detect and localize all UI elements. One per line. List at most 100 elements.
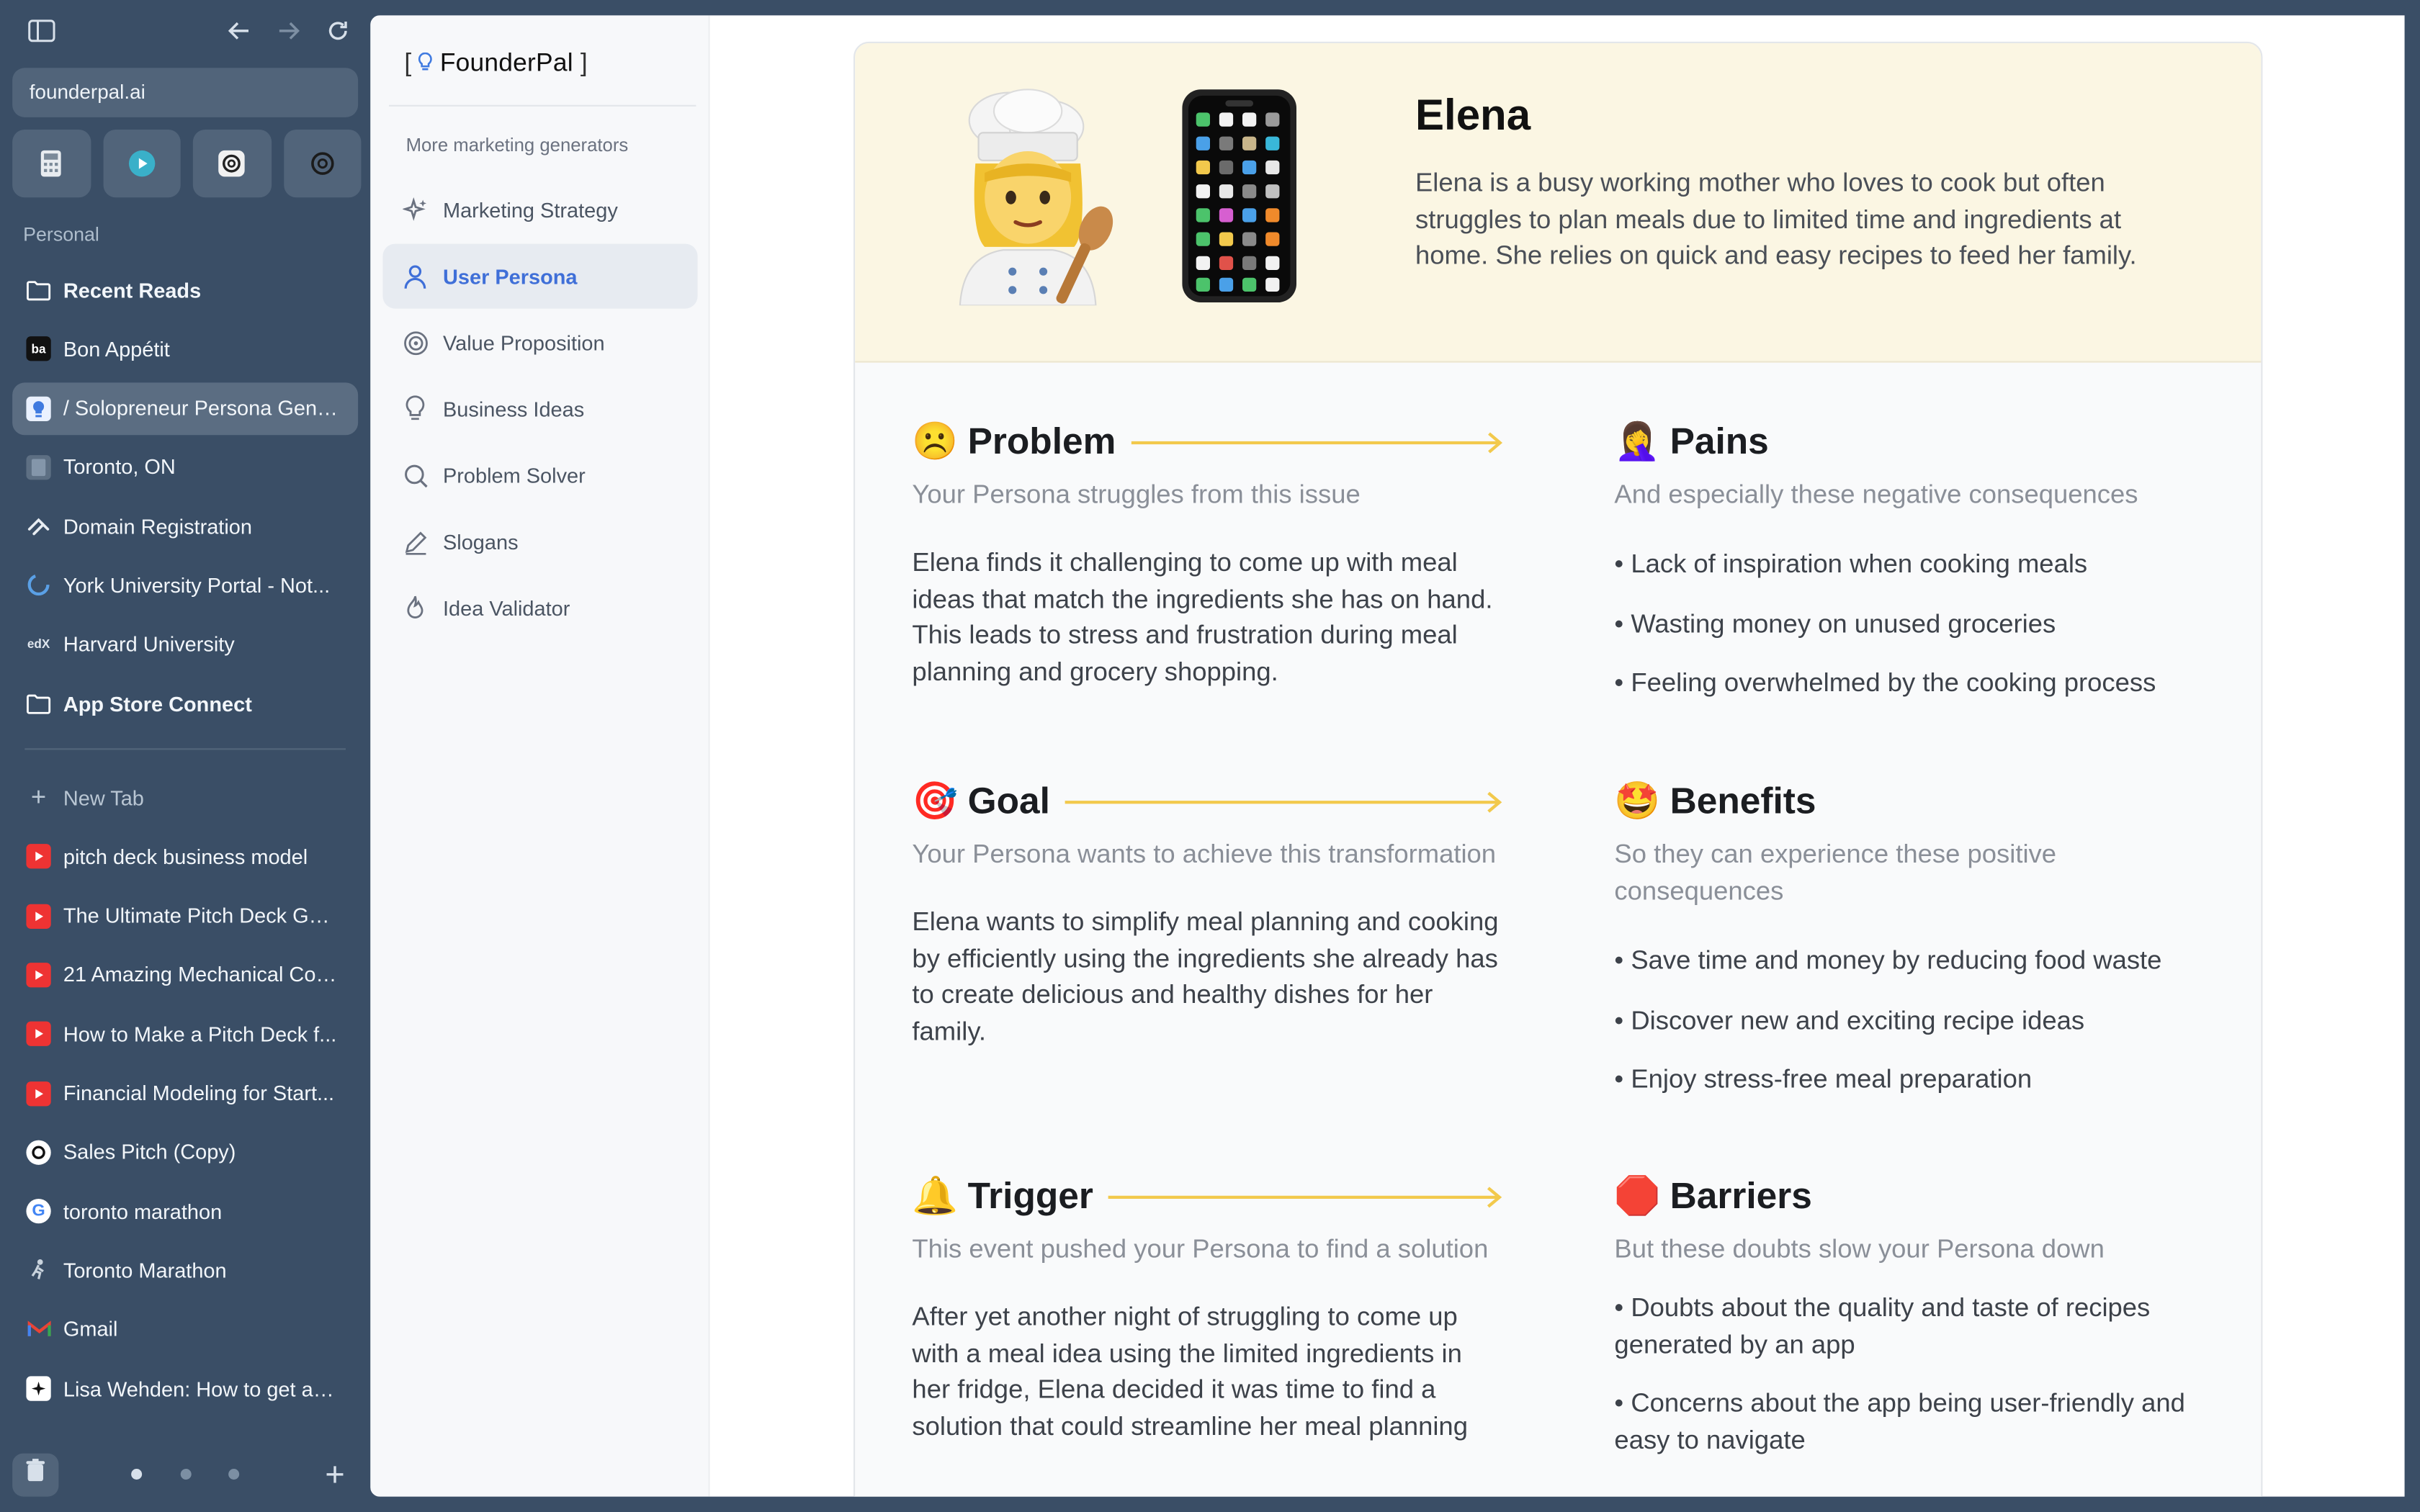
pencil-icon [401, 528, 429, 556]
tab-label: pitch deck business model [63, 845, 308, 869]
tab-bon-appetit[interactable]: ba Bon Appétit [12, 323, 358, 375]
section-subtitle: And especially these negative consequenc… [1614, 480, 2138, 510]
phone-app-tile [1265, 136, 1280, 150]
tab-harvard-university[interactable]: edX Harvard University [12, 618, 358, 671]
add-space-icon[interactable]: + [318, 1454, 351, 1497]
google-icon: G [26, 1199, 51, 1224]
nav-problem-solver[interactable]: Problem Solver [382, 443, 697, 508]
tab-label: How to Make a Pitch Deck f... [63, 1022, 337, 1046]
window-controls [0, 19, 370, 50]
tab-financial-modeling[interactable]: Financial Modeling for Start... [12, 1067, 358, 1120]
section-title: Pains [1670, 421, 1769, 463]
tab-solopreneur-persona[interactable]: / Solopreneur Persona Gener... [12, 382, 359, 435]
tab-toronto-on[interactable]: Toronto, ON [12, 441, 358, 494]
play-icon [128, 150, 155, 177]
barriers-section: 🛑 Barriers But these doubts slow your Pe… [1614, 1173, 2208, 1482]
phone-dock-tile [1265, 277, 1280, 292]
nav-idea-validator[interactable]: Idea Validator [382, 575, 697, 640]
tab-label: toronto marathon [63, 1200, 223, 1223]
youtube-icon [26, 1081, 51, 1106]
back-icon[interactable] [224, 19, 255, 50]
squarespace-icon [26, 514, 50, 539]
youtube-icon [26, 963, 51, 988]
tab-sales-pitch[interactable]: Sales Pitch (Copy) [12, 1126, 358, 1179]
nav-user-persona[interactable]: User Persona [382, 243, 698, 309]
tab-gmail[interactable]: Gmail [12, 1303, 358, 1356]
archive-icon[interactable] [12, 1453, 59, 1497]
phone-app-tile [1196, 136, 1210, 150]
pains-list: Lack of inspiration when cooking meals W… [1614, 546, 2208, 701]
list-item: Feeling overwhelmed by the cooking proce… [1614, 665, 2208, 701]
sidebar-toggle-icon[interactable] [26, 19, 57, 50]
search-icon [401, 462, 429, 490]
lightbulb-icon [418, 51, 433, 76]
generator-nav: Marketing Strategy User Persona Value Pr… [382, 177, 698, 642]
phone-app-tile [1196, 256, 1210, 270]
phone-app-tile [1219, 208, 1234, 222]
phone-app-tile [1196, 112, 1210, 127]
tab-york-university[interactable]: York University Portal - Not... [12, 559, 358, 612]
youtube-icon [26, 1022, 51, 1047]
bell-icon: 🔔 [912, 1175, 959, 1218]
list-item: Doubts about the quality and taste of re… [1614, 1290, 2208, 1362]
folder-icon [26, 691, 51, 716]
persona-name: Elena [1415, 91, 1531, 139]
phone-app-tile [1219, 184, 1234, 199]
nav-value-proposition[interactable]: Value Proposition [382, 310, 697, 375]
url-bar[interactable]: founderpal.ai [12, 68, 359, 117]
phone-app-tile [1219, 232, 1234, 246]
nav-business-ideas[interactable]: Business Ideas [382, 377, 697, 441]
pinned-openai-1[interactable] [192, 130, 272, 198]
logo-bracket: [ [404, 49, 412, 78]
forward-icon[interactable] [273, 19, 304, 50]
app-sidebar: [ FounderPal ] More marketing generators… [370, 15, 710, 1497]
bon-appetit-icon: ba [26, 336, 51, 362]
section-title: Benefits [1670, 780, 1816, 823]
gmail-icon [26, 1317, 50, 1341]
tab-domain-registration[interactable]: Domain Registration [12, 500, 358, 553]
tab-ultimate-pitch-deck[interactable]: The Ultimate Pitch Deck Gui... [12, 890, 358, 942]
phone-app-tile [1242, 208, 1257, 222]
phone-app-tile [1196, 160, 1210, 175]
nav-label: User Persona [443, 264, 578, 288]
divider [389, 104, 696, 107]
tab-app-store-connect[interactable]: App Store Connect [12, 678, 358, 730]
tab-mechanical-concepts[interactable]: 21 Amazing Mechanical Con... [12, 949, 358, 1002]
space-dot[interactable] [228, 1468, 240, 1480]
star-struck-icon: 🤩 [1614, 780, 1661, 823]
tab-label: Toronto Marathon [63, 1259, 227, 1282]
tab-toronto-marathon[interactable]: Toronto Marathon [12, 1244, 358, 1297]
openai-icon [310, 152, 334, 175]
web-content: [ FounderPal ] More marketing generators… [370, 15, 2405, 1497]
woman-cook-icon [959, 89, 1113, 306]
tab-label: Toronto, ON [63, 455, 176, 480]
space-dot[interactable] [180, 1468, 192, 1480]
tab-label: / Solopreneur Persona Gener... [63, 396, 341, 420]
pinned-media[interactable] [102, 130, 181, 198]
space-dot[interactable] [131, 1468, 143, 1480]
pinned-openai-2[interactable] [283, 130, 362, 198]
nav-marketing-strategy[interactable]: Marketing Strategy [382, 177, 697, 242]
nav-slogans[interactable]: Slogans [382, 509, 697, 574]
tab-lisa-wehden[interactable]: Lisa Wehden: How to get an... [12, 1362, 358, 1415]
calculator-icon [41, 150, 62, 177]
founderpal-logo[interactable]: [ FounderPal ] [404, 50, 587, 79]
reload-icon[interactable] [323, 19, 354, 50]
tab-recent-reads[interactable]: Recent Reads [12, 264, 358, 316]
founderpal-icon [26, 395, 51, 421]
persona-card: Elena Elena is a busy working mother who… [853, 41, 2263, 1497]
barriers-list: Doubts about the quality and taste of re… [1614, 1290, 2208, 1458]
target-icon [401, 328, 429, 356]
new-tab-button[interactable]: + New Tab [12, 772, 358, 824]
nav-label: Value Proposition [443, 330, 605, 354]
benefits-section: 🤩 Benefits So they can experience these … [1614, 778, 2208, 1121]
pinned-calculator[interactable] [12, 130, 91, 198]
main-content: Elena Elena is a busy working mother who… [709, 15, 2405, 1497]
phone-app-tile [1265, 160, 1280, 175]
stop-sign-icon: 🛑 [1614, 1175, 1661, 1218]
tab-make-pitch-deck[interactable]: How to Make a Pitch Deck f... [12, 1008, 358, 1061]
flame-icon [401, 594, 429, 622]
tab-toronto-marathon-search[interactable]: G toronto marathon [12, 1185, 358, 1238]
tab-pitch-deck-business-model[interactable]: pitch deck business model [12, 831, 358, 883]
arrow-right-icon [1131, 432, 1507, 454]
